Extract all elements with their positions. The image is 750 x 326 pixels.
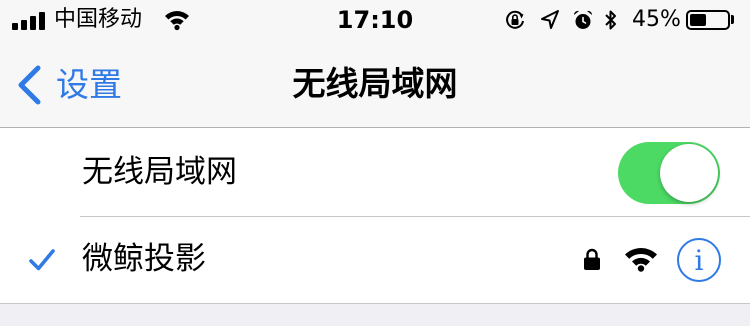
wifi-toggle-label: 无线局域网 (82, 154, 237, 190)
battery-icon (686, 10, 730, 30)
battery-cap (731, 15, 734, 24)
wifi-signal-icon (625, 248, 657, 272)
navigation-bar: 设置 无线局域网 (0, 40, 750, 128)
wifi-settings-list: 无线局域网 微鲸投影 i (0, 128, 750, 303)
info-icon: i (694, 244, 704, 277)
location-arrow-icon (541, 10, 559, 29)
info-button[interactable]: i (677, 238, 721, 282)
bluetooth-icon (605, 10, 616, 30)
page-title: 无线局域网 (292, 64, 458, 103)
orientation-lock-icon (506, 10, 524, 29)
status-bar: 中国移动 17:10 45% (0, 0, 750, 40)
network-row[interactable]: 微鲸投影 i (0, 217, 750, 303)
battery-percentage: 45% (632, 7, 681, 32)
lock-icon (584, 248, 600, 270)
list-bottom-border (0, 303, 750, 304)
checkmark-icon (29, 249, 55, 271)
battery-fill (690, 14, 706, 26)
wifi-toggle-switch[interactable] (618, 142, 720, 204)
toggle-knob (660, 144, 718, 202)
wifi-toggle-row: 无线局域网 (0, 128, 750, 216)
network-name: 微鲸投影 (82, 241, 206, 277)
alarm-icon (573, 10, 593, 29)
